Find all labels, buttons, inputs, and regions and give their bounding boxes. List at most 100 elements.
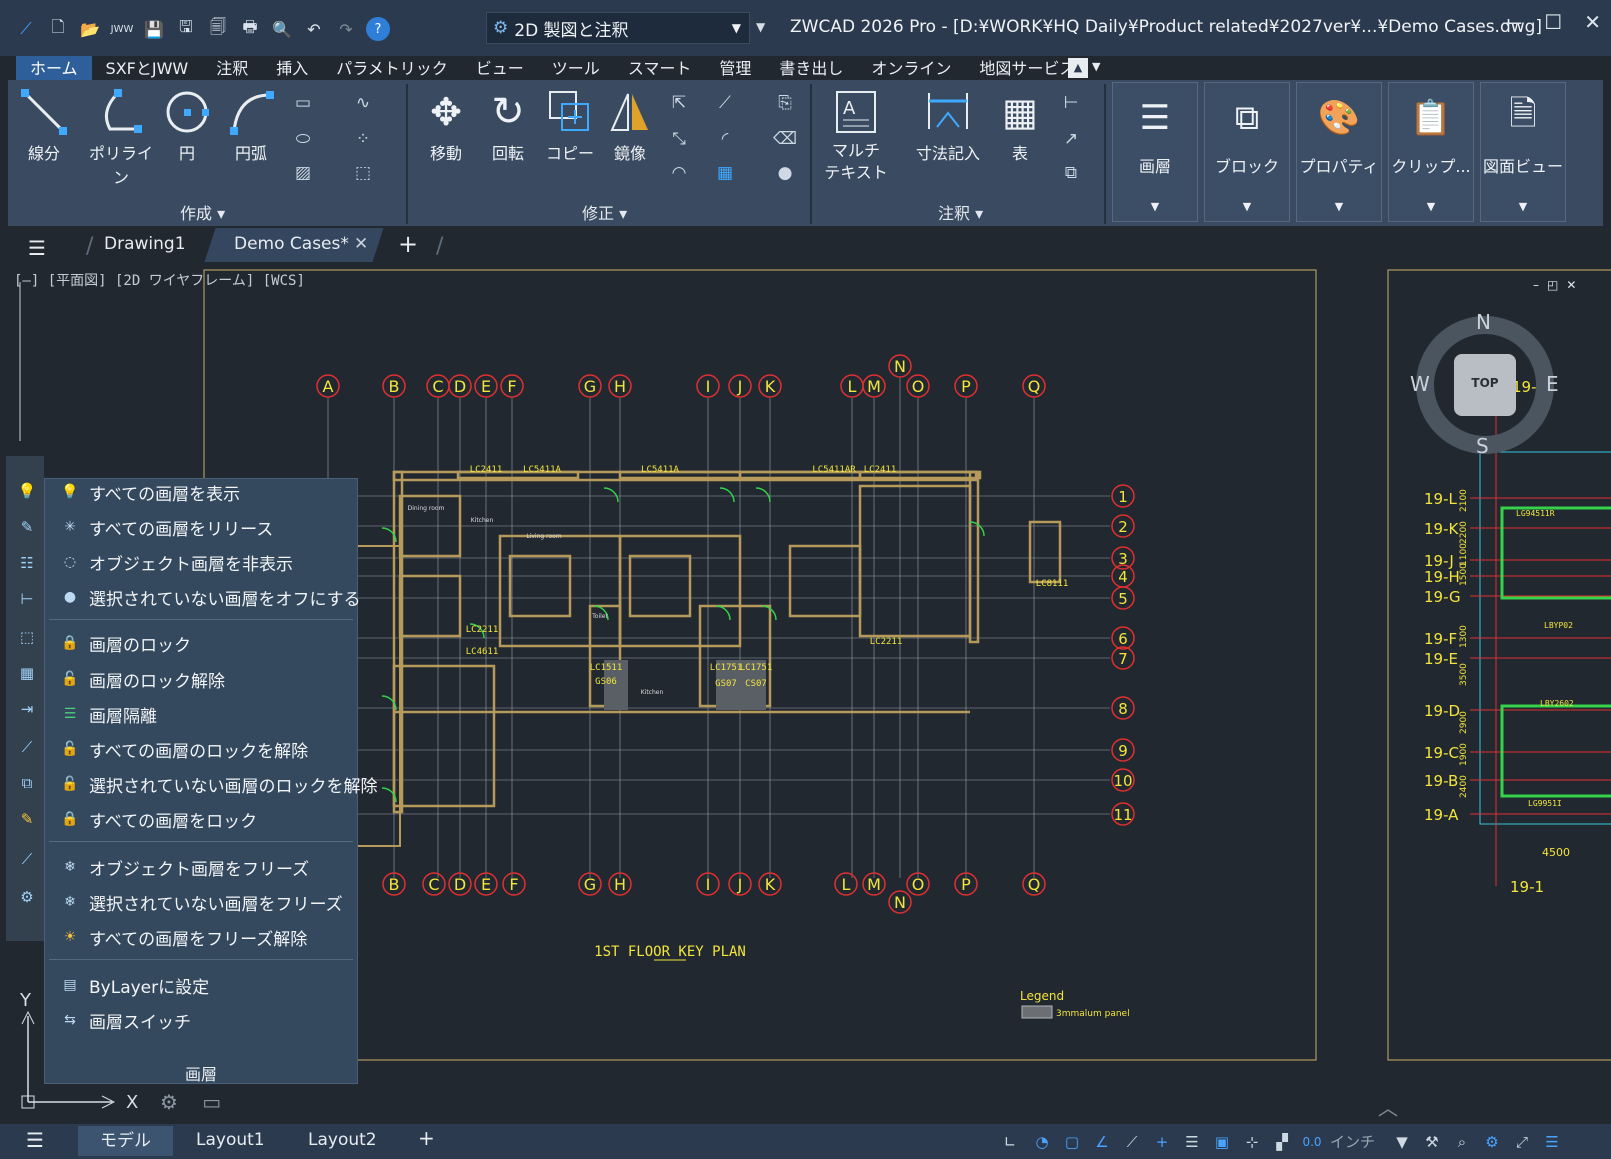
copy-tool[interactable]: コピー: [544, 88, 596, 164]
measure-icon[interactable]: ⟋: [16, 848, 38, 870]
stretch-icon[interactable]: ⇱: [666, 90, 692, 116]
maximize-button[interactable]: ☐: [1544, 10, 1562, 34]
hamburger-menu-icon[interactable]: ☰: [28, 236, 46, 260]
edit-icon[interactable]: ✎: [16, 516, 38, 538]
ribbon-tab-4[interactable]: パラメトリック: [322, 56, 462, 82]
block-button[interactable]: ⧉ ブロック ▼: [1204, 82, 1290, 222]
ribbon-tab-1[interactable]: SXFとJWW: [92, 56, 203, 82]
hamburger-menu-icon[interactable]: ☰: [26, 1128, 44, 1152]
modify-panel-title[interactable]: 修正 ▾: [582, 200, 627, 224]
spline-icon[interactable]: ∿: [350, 90, 376, 116]
selection-cycling-icon[interactable]: ⊹: [1240, 1131, 1264, 1153]
erase-icon[interactable]: ⌫: [772, 126, 798, 152]
fullscreen-icon[interactable]: ⤢: [1510, 1131, 1534, 1153]
new-file-icon[interactable]: 🗋: [46, 17, 70, 41]
offset-icon[interactable]: ◠: [666, 160, 692, 186]
jww-icon[interactable]: JWW: [110, 17, 134, 41]
close-tab-icon[interactable]: ✕: [354, 234, 368, 254]
view-cube-top-label[interactable]: TOP: [1468, 376, 1502, 390]
lock-all-layers-item[interactable]: 🔒 すべての画層をロック: [57, 806, 257, 832]
save-icon[interactable]: 💾: [142, 17, 166, 41]
thaw-all-layers-item[interactable]: ☀ すべての画層をフリーズ解除: [57, 924, 308, 950]
dimension-icon[interactable]: ⊢: [16, 588, 38, 610]
ribbon-tab-2[interactable]: 注釈: [202, 56, 262, 82]
array-icon[interactable]: ▦: [712, 160, 738, 186]
print-icon[interactable]: 🖶: [238, 17, 262, 41]
ellipse-icon[interactable]: ⬭: [290, 126, 316, 152]
customize-qat-icon[interactable]: ▼: [756, 20, 765, 34]
rectangle-icon[interactable]: ▭: [290, 90, 316, 116]
unlock-all-layers-item[interactable]: 🔓 すべての画層のロックを解除: [57, 736, 308, 762]
point-icon[interactable]: ⁘: [350, 126, 376, 152]
insert-icon[interactable]: ⇥: [16, 698, 38, 720]
compass-north[interactable]: N: [1476, 310, 1491, 334]
ribbon-options-icon[interactable]: ▼: [1092, 60, 1100, 73]
new-tab-icon[interactable]: +: [398, 230, 418, 258]
chevron-up-icon[interactable]: ︿: [1378, 1092, 1398, 1121]
mtext-tool[interactable]: A マルチ テキスト: [824, 88, 888, 184]
chevron-down-icon[interactable]: ▼: [1390, 1131, 1414, 1153]
rotate-tool[interactable]: ↻ 回転: [482, 88, 534, 164]
freeze-unselected-layers-item[interactable]: ❄ 選択されていない画層をフリーズ: [57, 889, 343, 915]
open-folder-icon[interactable]: 📂: [78, 17, 102, 41]
select-similar-icon[interactable]: ⬚: [16, 626, 38, 648]
revcloud-icon[interactable]: ⬚: [350, 160, 376, 186]
layer-button[interactable]: ☰ 画層 ▼: [1112, 82, 1198, 222]
circle-tool[interactable]: 円: [162, 88, 212, 164]
isolate-layer-item[interactable]: ☰ 画層隔離: [57, 701, 157, 727]
zoom-icon[interactable]: ⌕: [1450, 1131, 1474, 1153]
add-layout-icon[interactable]: +: [418, 1126, 435, 1150]
settings-icon[interactable]: ⚙: [160, 1090, 178, 1114]
arc-tool[interactable]: 円弧: [224, 88, 278, 164]
view-cube[interactable]: TOP N S W E: [1410, 310, 1560, 460]
otrack-icon[interactable]: ∠: [1090, 1131, 1114, 1153]
burst-icon[interactable]: ●: [772, 160, 798, 186]
tab-demo-cases[interactable]: Demo Cases*: [234, 234, 349, 254]
compass-south[interactable]: S: [1476, 434, 1489, 458]
compass-east[interactable]: E: [1546, 372, 1559, 396]
release-all-layers-item[interactable]: ✳ すべての画層をリリース: [57, 514, 273, 540]
show-all-layers-item[interactable]: 💡 すべての画層を表示: [57, 479, 240, 505]
transparency-icon[interactable]: ▣: [1210, 1131, 1234, 1153]
ribbon-minimize-icon[interactable]: ▲: [1068, 58, 1088, 78]
polyline-tool[interactable]: ポリライン: [82, 88, 160, 188]
unlock-layer-item[interactable]: 🔓 画層のロック解除: [57, 666, 225, 692]
app-logo-icon[interactable]: ⟋: [14, 17, 38, 41]
coord-icon[interactable]: 0.0: [1300, 1131, 1324, 1153]
unlock-unselected-layers-item[interactable]: 🔓 選択されていない画層のロックを解除: [57, 771, 377, 797]
settings-icon[interactable]: ⚙: [16, 886, 38, 908]
leader-icon[interactable]: ↗: [1058, 126, 1084, 152]
undo-icon[interactable]: ↶: [302, 17, 326, 41]
tab-layout1[interactable]: Layout1: [196, 1130, 265, 1150]
osnap-icon[interactable]: ▢: [1060, 1131, 1084, 1153]
block-icon[interactable]: ▦: [16, 662, 38, 684]
drawing-view-button[interactable]: 🗎 図面ビュー ▼: [1480, 82, 1566, 222]
layer-bulb-icon[interactable]: 💡: [16, 480, 38, 502]
ribbon-tab-6[interactable]: ツール: [538, 56, 614, 82]
pgp-icon[interactable]: ✎: [16, 808, 38, 830]
move-tool[interactable]: ✥ 移動: [420, 88, 472, 164]
ortho-icon[interactable]: ∟: [998, 1131, 1022, 1153]
ribbon-tab-8[interactable]: 管理: [705, 56, 765, 82]
ribbon-tab-5[interactable]: ビュー: [462, 56, 538, 82]
tab-model[interactable]: モデル: [78, 1126, 173, 1156]
compass-west[interactable]: W: [1410, 372, 1430, 396]
lineweight-icon[interactable]: ☰: [1180, 1131, 1204, 1153]
dyn-input-icon[interactable]: +: [1150, 1131, 1174, 1153]
mirror-tool[interactable]: 鏡像: [604, 88, 656, 164]
customization-icon[interactable]: ☰: [1540, 1131, 1564, 1153]
ribbon-tab-0[interactable]: ホーム: [16, 56, 92, 82]
line-tool[interactable]: 線分: [18, 88, 70, 164]
workspace-dropdown[interactable]: ⚙ 2D 製図と注釈 ▼: [486, 12, 750, 44]
command-line-icon[interactable]: ▭: [202, 1090, 221, 1114]
minimize-button[interactable]: —: [1502, 10, 1522, 34]
viewport-controls-label[interactable]: [–] [平面図] [2D ワイヤフレーム] [WCS]: [14, 270, 305, 290]
hatch-icon[interactable]: ▨: [290, 160, 316, 186]
save-as-icon[interactable]: 🖫: [174, 17, 198, 41]
dyn-ucs-icon[interactable]: ⟋: [1120, 1131, 1144, 1153]
save-all-icon[interactable]: 🗐: [206, 17, 230, 41]
turn-off-unselected-layers-item[interactable]: ● 選択されていない画層をオフにする: [57, 584, 361, 610]
ribbon-tab-9[interactable]: 書き出し: [765, 56, 857, 82]
list-icon[interactable]: ☷: [16, 552, 38, 574]
annotation-monitor-icon[interactable]: ▞: [1270, 1131, 1294, 1153]
